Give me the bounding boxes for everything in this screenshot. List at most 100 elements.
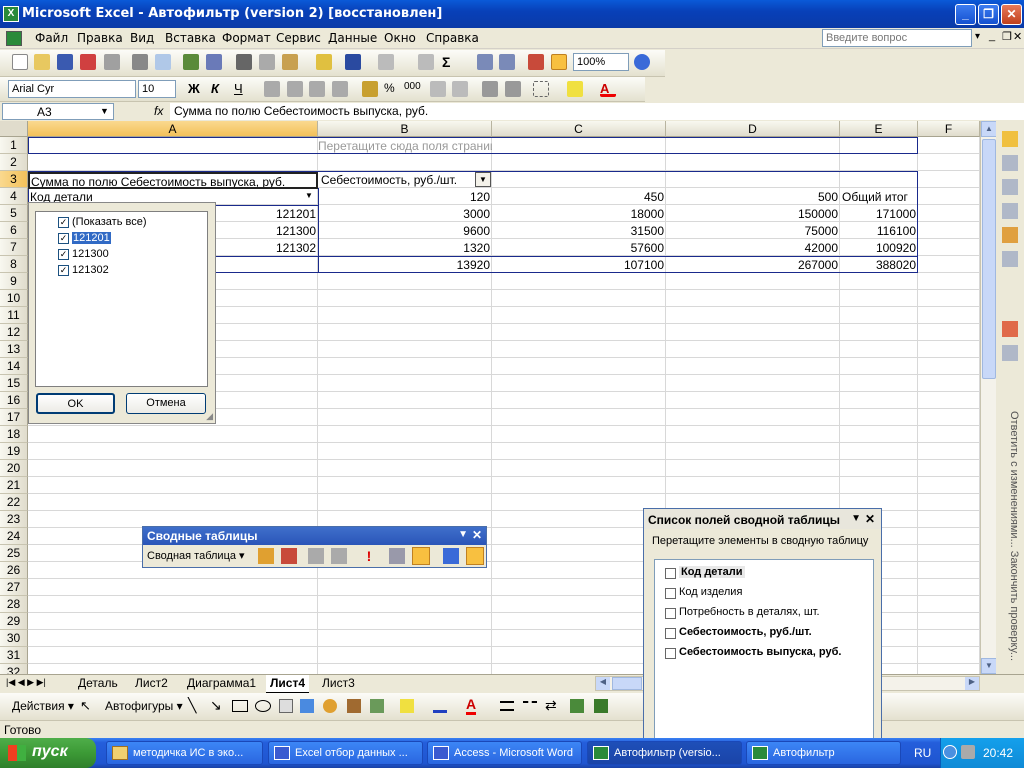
sort-asc-icon[interactable] <box>477 54 493 70</box>
arrow-style-icon[interactable]: ⇄ <box>545 697 557 714</box>
field-item[interactable]: Код изделия <box>679 586 742 598</box>
format-painter-icon[interactable] <box>316 54 332 70</box>
open-icon[interactable] <box>34 54 50 70</box>
chart-wizard-icon[interactable] <box>281 548 297 564</box>
row-header[interactable]: 32 <box>0 664 28 674</box>
volume-icon[interactable] <box>961 745 975 759</box>
pivot-value-cell[interactable]: 18000 <box>492 206 666 222</box>
tab-sheet3[interactable]: Лист3 <box>318 675 359 692</box>
save-icon[interactable] <box>57 54 73 70</box>
rectangle-icon[interactable] <box>232 700 248 712</box>
fill-color-icon[interactable] <box>400 699 414 713</box>
task-icon[interactable] <box>1002 227 1018 243</box>
checkbox-121302[interactable]: ✓ <box>58 265 69 276</box>
font-color-icon[interactable]: A <box>466 696 477 715</box>
task-icon[interactable] <box>1002 251 1018 267</box>
diagram-icon[interactable] <box>323 699 337 713</box>
task-icon[interactable] <box>1002 179 1018 195</box>
row-header[interactable]: 1 <box>0 137 28 154</box>
menu-edit[interactable]: Правка <box>77 31 123 45</box>
scroll-right-button[interactable]: ▶ <box>965 677 979 690</box>
checkbox-121300[interactable]: ✓ <box>58 249 69 260</box>
underline-icon[interactable]: Ч <box>234 81 250 97</box>
row-header[interactable]: 25 <box>0 545 28 562</box>
doc-minimize-icon[interactable]: _ <box>989 30 995 42</box>
function-icon[interactable]: fx <box>154 104 163 118</box>
filter-item[interactable]: 121201 <box>72 232 111 244</box>
task-icon[interactable] <box>1002 203 1018 219</box>
row-header[interactable]: 21 <box>0 477 28 494</box>
row-field-dropdown-icon[interactable]: ▼ <box>301 189 317 204</box>
email-icon[interactable] <box>104 54 120 70</box>
row-header[interactable]: 16 <box>0 392 28 409</box>
workbook-icon[interactable] <box>6 31 22 46</box>
chevron-down-icon[interactable]: ▼ <box>458 529 468 540</box>
menu-help[interactable]: Справка <box>426 31 479 45</box>
row-header[interactable]: 30 <box>0 630 28 647</box>
hide-detail-icon[interactable] <box>308 548 324 564</box>
scroll-up-button[interactable]: ▲ <box>981 121 997 137</box>
filter-item[interactable]: (Показать все) <box>72 216 146 228</box>
close-button[interactable]: ✕ <box>1001 4 1022 25</box>
row-header[interactable]: 7 <box>0 239 28 256</box>
review-actions-text[interactable]: Ответить с изменениями... Закончить пров… <box>1000 411 1020 671</box>
row-header[interactable]: 11 <box>0 307 28 324</box>
field-item[interactable]: Потребность в деталях, шт. <box>679 606 820 618</box>
oval-icon[interactable] <box>255 700 271 712</box>
row-header[interactable]: 29 <box>0 613 28 630</box>
taskbar-button[interactable]: Access - Microsoft Word <box>427 741 582 765</box>
pivot-value-cell[interactable]: 3000 <box>318 206 492 222</box>
research-icon[interactable] <box>206 54 222 70</box>
row-header[interactable]: 2 <box>0 154 28 171</box>
pivot-value-cell[interactable]: 31500 <box>492 223 666 239</box>
italic-icon[interactable]: К <box>211 81 227 97</box>
field-list-box[interactable]: Код детали Код изделия Потребность в дет… <box>654 559 874 741</box>
show-detail-icon[interactable] <box>331 548 347 564</box>
row-header[interactable]: 8 <box>0 256 28 273</box>
filter-item[interactable]: 121300 <box>72 248 109 260</box>
field-item[interactable]: Себестоимость выпуска, руб. <box>679 646 841 658</box>
menu-format[interactable]: Формат <box>222 31 271 45</box>
ok-button[interactable]: OK <box>36 393 115 414</box>
pivot-value-cell[interactable]: 100920 <box>840 240 918 256</box>
line-icon[interactable]: ╲ <box>188 697 196 714</box>
row-header[interactable]: 9 <box>0 273 28 290</box>
row-header[interactable]: 28 <box>0 596 28 613</box>
picture-icon[interactable] <box>370 699 384 713</box>
row-header[interactable]: 13 <box>0 341 28 358</box>
field-item[interactable]: Себестоимость, руб./шт. <box>679 626 812 638</box>
checkbox-show-all[interactable]: ✓ <box>58 217 69 228</box>
row-header[interactable]: 5 <box>0 205 28 222</box>
dash-style-icon[interactable] <box>523 701 537 711</box>
menu-data[interactable]: Данные <box>328 31 377 45</box>
autosum-icon[interactable]: Σ <box>442 54 458 70</box>
row-header[interactable]: 6 <box>0 222 28 239</box>
thousands-icon[interactable]: 000 <box>404 81 421 97</box>
filter-listbox[interactable]: ✓ (Показать все) ✓ 121201 ✓ 121300 ✓ 121… <box>35 211 208 387</box>
clipart-icon[interactable] <box>347 699 361 713</box>
menu-file[interactable]: Файл <box>35 31 68 45</box>
textbox-icon[interactable] <box>279 699 293 713</box>
row-header[interactable]: 12 <box>0 324 28 341</box>
hyperlink-icon[interactable] <box>418 54 434 70</box>
cut-icon[interactable] <box>236 54 252 70</box>
start-button[interactable]: пуск <box>0 738 96 768</box>
row-header[interactable]: 27 <box>0 579 28 596</box>
bold-icon[interactable]: Ж <box>188 81 204 97</box>
row-header[interactable]: 20 <box>0 460 28 477</box>
row-header[interactable]: 24 <box>0 528 28 545</box>
decrease-decimal-icon[interactable] <box>452 81 468 97</box>
row-header[interactable]: 4 <box>0 188 28 205</box>
row-header[interactable]: 17 <box>0 409 28 426</box>
menu-window[interactable]: Окно <box>384 31 416 45</box>
tray-expand-icon[interactable] <box>943 745 957 759</box>
scroll-left-button[interactable]: ◀ <box>596 677 610 690</box>
permission-icon[interactable] <box>80 54 96 70</box>
taskbar-button[interactable]: Автофильтр <box>746 741 901 765</box>
close-icon[interactable]: ✕ <box>472 528 482 542</box>
pivot-value-cell[interactable]: 116100 <box>840 223 918 239</box>
toolbar-options-icon[interactable] <box>466 547 484 565</box>
print-preview-icon[interactable] <box>155 54 171 70</box>
help-icon[interactable] <box>634 54 650 70</box>
col-header-e[interactable]: E <box>840 121 918 137</box>
